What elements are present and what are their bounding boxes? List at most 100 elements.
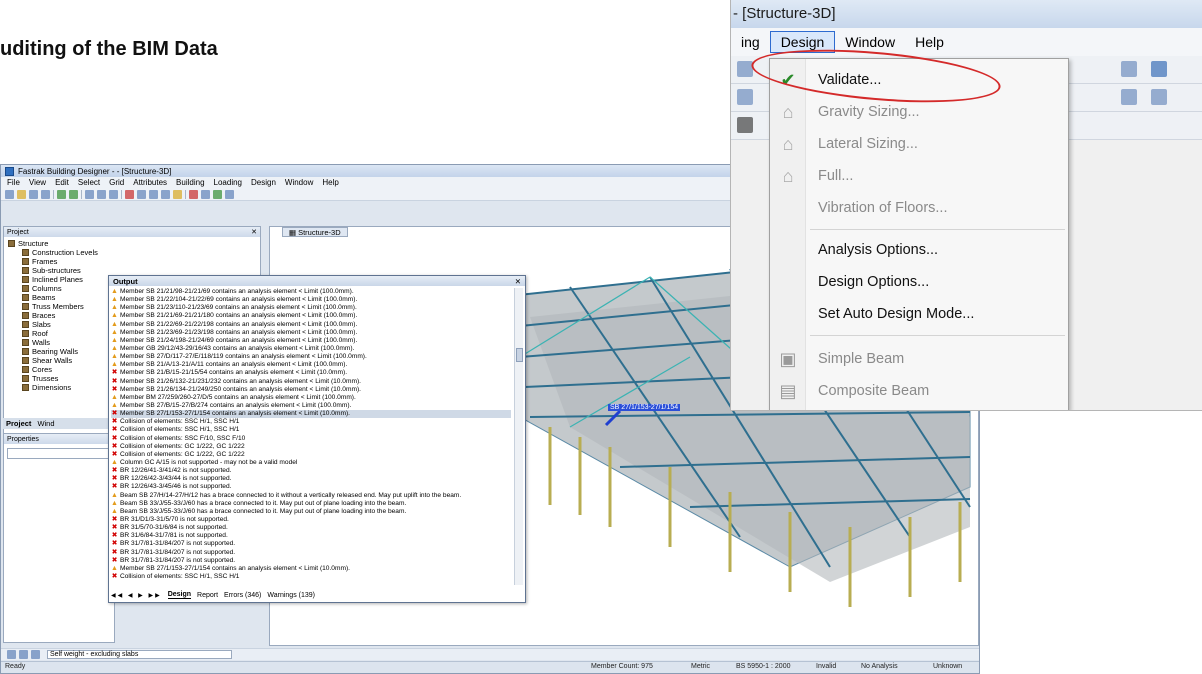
- menu-file[interactable]: File: [7, 178, 20, 187]
- undo-icon[interactable]: [57, 189, 66, 199]
- menu-design[interactable]: Design: [251, 178, 276, 187]
- scrollbar-thumb[interactable]: [516, 348, 523, 362]
- output-message[interactable]: ✖ Member SB 21/B/15-21/15/54 contains an …: [111, 369, 511, 377]
- menu-help[interactable]: Help: [905, 32, 954, 52]
- output-message[interactable]: ▲ Member SB 21/21/98-21/21/69 contains an…: [111, 288, 511, 296]
- save-icon[interactable]: [29, 189, 38, 199]
- output-message[interactable]: ▲ Member SB 21/24/198-21/24/69 contains a…: [111, 337, 511, 345]
- beam-tool-icon[interactable]: [137, 189, 146, 199]
- menu-item-analysis-options[interactable]: Analysis Options...: [770, 235, 1068, 265]
- toolbar-icon[interactable]: [1151, 89, 1167, 105]
- tab-errors[interactable]: Errors (346): [224, 592, 261, 599]
- toolbar-icon[interactable]: [1121, 61, 1137, 77]
- tree-item-frames[interactable]: Frames: [8, 257, 256, 266]
- output-scrollbar[interactable]: [514, 288, 523, 585]
- menu-item-vibration-of-floors[interactable]: Vibration of Floors...: [770, 193, 1068, 223]
- tree-item-sub-structures[interactable]: Sub-structures: [8, 266, 256, 275]
- output-message[interactable]: ▲ Member SB 27/1/153-27/1/154 contains an…: [111, 565, 511, 573]
- slab-tool-icon[interactable]: [161, 189, 170, 199]
- output-message[interactable]: ▲ Beam SB 33/J/55-33/J/60 has a brace con…: [111, 500, 511, 508]
- output-message[interactable]: ▲ Member BM 27/259/260-27/D/5 contains an…: [111, 394, 511, 402]
- tab-project[interactable]: Project: [6, 419, 31, 428]
- menu-attributes[interactable]: Attributes: [133, 178, 167, 187]
- print-icon[interactable]: [41, 189, 50, 199]
- output-message[interactable]: ▲ Member GB 29/12/43-29/16/43 contains an…: [111, 345, 511, 353]
- output-message[interactable]: ✖ Member SB 21/26/132-21/231/232 contains…: [111, 378, 511, 386]
- properties-selector[interactable]: [7, 448, 111, 459]
- view-3d-icon[interactable]: [225, 189, 234, 199]
- output-message[interactable]: ▲ Member SB 21/23/69-21/23/198 contains a…: [111, 329, 511, 337]
- tab-design[interactable]: Design: [167, 591, 192, 599]
- output-message[interactable]: ✖ Collision of elements: GC 1/222, GC 1/2…: [111, 443, 511, 451]
- wall-tool-icon[interactable]: [173, 189, 182, 199]
- toolbar-icon[interactable]: [1151, 61, 1167, 77]
- menu-item-full[interactable]: ⌂ Full...: [770, 161, 1068, 191]
- load-pattern-icon[interactable]: [19, 650, 28, 659]
- output-message[interactable]: ✖ Member SB 27/1/153-27/1/154 contains an…: [111, 410, 511, 419]
- grid-tool-icon[interactable]: [201, 189, 210, 199]
- tab-report[interactable]: Report: [197, 592, 218, 599]
- output-message-list[interactable]: ▲ Member SB 21/21/98-21/21/69 contains an…: [111, 288, 511, 585]
- output-message[interactable]: ▲ Member SB 27/D/117-27/E/118/119 contain…: [111, 353, 511, 361]
- menu-item-simple-beam[interactable]: ▣ Simple Beam: [770, 344, 1068, 374]
- output-message[interactable]: ▲ Beam SB 27/H/14-27/H/12 has a brace con…: [111, 492, 511, 500]
- menu-item-design-options[interactable]: Design Options...: [770, 267, 1068, 297]
- menu-item-composite-beam[interactable]: ▤ Composite Beam: [770, 376, 1068, 406]
- output-message[interactable]: ✖ BR 31/7/81-31/84/207 is not supported.: [111, 540, 511, 548]
- output-message[interactable]: ▲ Member SB 21/23/110-21/23/69 contains a…: [111, 304, 511, 312]
- zoom-fit-icon[interactable]: [109, 189, 118, 199]
- load-view-icon[interactable]: [31, 650, 40, 659]
- panel-close-icon[interactable]: ✕: [251, 228, 257, 236]
- output-message[interactable]: ✖ BR 31/6/84-31/7/81 is not supported.: [111, 532, 511, 540]
- output-message[interactable]: ✖ BR 31/7/81-31/84/207 is not supported.: [111, 549, 511, 557]
- output-message[interactable]: ▲ Member SB 21/21/69-21/21/180 contains a…: [111, 312, 511, 320]
- tree-item-structure[interactable]: Structure: [8, 239, 256, 248]
- toolbar-icon[interactable]: [1121, 89, 1137, 105]
- output-message[interactable]: ✖ BR 12/26/42-3/43/44 is not supported.: [111, 475, 511, 483]
- output-message[interactable]: ✖ Collision of elements: SSC H/1, SSC H/1: [111, 418, 511, 426]
- menu-window[interactable]: Window: [285, 178, 313, 187]
- menu-building[interactable]: Building: [176, 178, 204, 187]
- output-message[interactable]: ✖ BR 12/26/43-3/45/46 is not supported.: [111, 483, 511, 491]
- output-message[interactable]: ✖ Collision of elements: SSC F/10, SSC F/…: [111, 435, 511, 443]
- load-icon[interactable]: [7, 650, 16, 659]
- menu-loading-partial[interactable]: ing: [731, 32, 770, 52]
- load-case-select[interactable]: Self weight - excluding slabs: [47, 650, 232, 659]
- output-message[interactable]: ✖ BR 31/D1/3-31/5/70 is not supported.: [111, 516, 511, 524]
- output-message[interactable]: ▲ Member SB 21/22/104-21/22/69 contains a…: [111, 296, 511, 304]
- output-message[interactable]: ▲ Member SB 27/B/15-27/B/274 contains an …: [111, 402, 511, 410]
- menu-edit[interactable]: Edit: [55, 178, 69, 187]
- output-message[interactable]: ▲ Member SB 21/22/69-21/22/198 contains a…: [111, 321, 511, 329]
- tab-warnings[interactable]: Warnings (139): [267, 592, 315, 599]
- output-message[interactable]: ✖ BR 31/7/81-31/84/207 is not supported.: [111, 557, 511, 565]
- brace-tool-icon[interactable]: [149, 189, 158, 199]
- menu-item-set-auto-design-mode[interactable]: Set Auto Design Mode...: [770, 299, 1068, 329]
- output-message[interactable]: ✖ BR 31/5/70-31/6/84 is not supported.: [111, 524, 511, 532]
- output-message[interactable]: ✖ Collision of elements: GC 1/222, GC 1/2…: [111, 451, 511, 459]
- menu-help[interactable]: Help: [322, 178, 338, 187]
- zoom-out-icon[interactable]: [97, 189, 106, 199]
- column-tool-icon[interactable]: [125, 189, 134, 199]
- tab-nav-arrows[interactable]: ◀◀ ◀ ▶ ▶▶: [111, 592, 162, 599]
- delete-icon[interactable]: [189, 189, 198, 199]
- redo-icon[interactable]: [69, 189, 78, 199]
- toolbar-icon[interactable]: [737, 89, 753, 105]
- menu-select[interactable]: Select: [78, 178, 100, 187]
- new-icon[interactable]: [5, 189, 14, 199]
- tab-wind[interactable]: Wind: [37, 419, 54, 428]
- load-tool-icon[interactable]: [213, 189, 222, 199]
- output-message[interactable]: ✖ Collision of elements: SSC H/1, SSC H/1: [111, 426, 511, 434]
- output-message[interactable]: ✖ BR 12/26/41-3/41/42 is not supported.: [111, 467, 511, 475]
- output-message[interactable]: ✖ Collision of elements: SSC H/1, SSC H/1: [111, 573, 511, 581]
- tab-structure-3d[interactable]: ▦ Structure-3D: [282, 227, 348, 237]
- output-message[interactable]: ▲ Member SB 21/A/13-21/A/11 contains an a…: [111, 361, 511, 369]
- output-message[interactable]: ▲ Beam SB 33/J/55-33/J/60 has a brace con…: [111, 508, 511, 516]
- menu-window[interactable]: Window: [835, 32, 905, 52]
- menu-item-lateral-sizing[interactable]: ⌂ Lateral Sizing...: [770, 129, 1068, 159]
- output-message[interactable]: ▲ Column GC A/15 is not supported - may n…: [111, 459, 511, 467]
- close-icon[interactable]: ✕: [515, 277, 521, 286]
- open-icon[interactable]: [17, 189, 26, 199]
- menu-view[interactable]: View: [29, 178, 46, 187]
- tree-item-construction-levels[interactable]: Construction Levels: [8, 248, 256, 257]
- output-message[interactable]: ✖ Member SB 21/26/134-21/249/250 contains…: [111, 386, 511, 394]
